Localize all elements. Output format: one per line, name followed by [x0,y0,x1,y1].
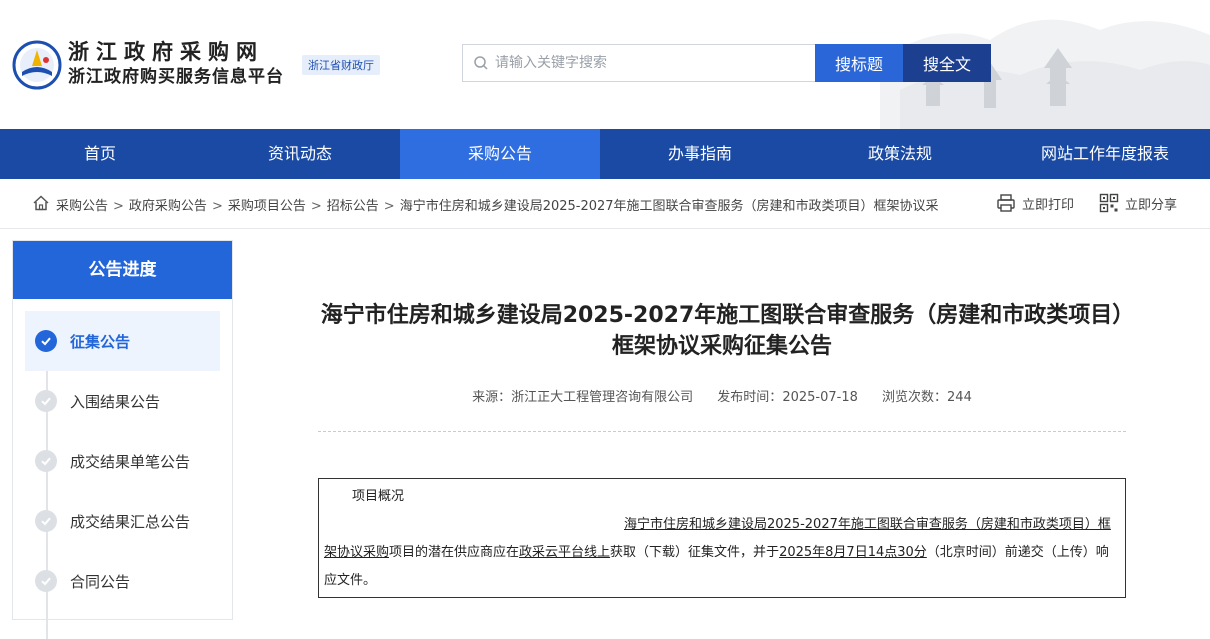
check-icon [35,450,57,472]
nav-item-annual-report[interactable]: 网站工作年度报表 [1000,129,1210,179]
article-title: 海宁市住房和城乡建设局2025-2027年施工图联合审查服务（房建和市政类项目）… [320,303,1124,359]
share-button[interactable]: 立即分享 [1099,193,1177,213]
share-label: 立即分享 [1125,197,1178,213]
body-text: 获取（下载）征集文件，并于 [610,545,780,560]
qr-code-icon [1099,193,1119,213]
site-header: 浙江政府采购网 浙江政府购买服务信息平台 浙江省财政厅 搜标题 搜全文 [0,0,1210,129]
step-single-deal-result[interactable]: 成交结果单笔公告 [25,431,220,491]
breadcrumb-separator: > [310,199,322,214]
body-text: 项目的潜在供应商应在 [389,545,520,560]
sidebar-title: 公告进度 [13,241,232,299]
nav-item-procurement-notices[interactable]: 采购公告 [400,129,600,179]
search-title-button[interactable]: 搜标题 [815,44,903,82]
breadcrumb-item[interactable]: 采购公告 [56,199,108,214]
breadcrumb-separator: > [383,199,395,214]
step-summary-deal-result[interactable]: 成交结果汇总公告 [25,491,220,551]
step-label: 合同公告 [70,572,131,591]
search-fulltext-button[interactable]: 搜全文 [903,44,991,82]
nav-item-policy[interactable]: 政策法规 [800,129,1000,179]
search-icon [474,56,488,70]
main-nav: 首页 资讯动态 采购公告 办事指南 政策法规 网站工作年度报表 [0,129,1210,179]
check-icon [35,570,57,592]
platform-link[interactable]: 政采云平台线上 [519,545,610,560]
check-icon [35,330,57,352]
check-icon [35,390,57,412]
print-label: 立即打印 [1022,197,1075,213]
views-label: 浏览次数： [882,390,948,405]
breadcrumb-links: 采购公告 > 政府采购公告 > 采购项目公告 > 招标公告 > 海宁市住房和城乡建设局2025-… [56,195,996,214]
breadcrumb-item[interactable]: 招标公告 [327,199,379,214]
meta-views: 浏览次数：244 [882,390,972,405]
nav-item-news[interactable]: 资讯动态 [200,129,400,179]
step-shortlist-result[interactable]: 入围结果公告 [25,371,220,431]
step-solicitation-notice[interactable]: 征集公告 [25,311,220,371]
article-meta: 来源：浙江正大工程管理咨询有限公司 发布时间：2025-07-18 浏览次数：2… [318,386,1126,405]
publish-label: 发布时间： [717,390,783,405]
deadline: 2025年8月7日14点30分 [779,545,927,560]
search-input[interactable] [495,46,816,80]
breadcrumb-current: 海宁市住房和城乡建设局2025-2027年施工图联合审查服务（房建和市政类项目）… [399,199,939,214]
department-badge: 浙江省财政厅 [302,55,380,75]
step-label: 成交结果汇总公告 [70,512,191,531]
source-label: 来源： [472,390,512,405]
breadcrumb-item[interactable]: 政府采购公告 [129,199,207,214]
breadcrumb: 采购公告 > 政府采购公告 > 采购项目公告 > 招标公告 > 海宁市住房和城乡建设局2025-… [0,179,1210,229]
nav-item-guide[interactable]: 办事指南 [600,129,800,179]
breadcrumb-item[interactable]: 采购项目公告 [228,199,306,214]
step-label: 成交结果单笔公告 [70,452,191,471]
project-overview-box: 项目概况 海宁市住房和城乡建设局2025-2027年施工图联合审查服务（房建和市… [318,478,1126,598]
site-name-line1: 浙江政府采购网 [68,40,264,64]
meta-publish-date: 发布时间：2025-07-18 [717,390,858,405]
views-value: 244 [947,390,972,405]
publish-value: 2025-07-18 [782,390,858,405]
overview-paragraph: 海宁市住房和城乡建设局2025-2027年施工图联合审查服务（房建和市政类项目）… [324,511,1120,595]
source-value: 浙江正大工程管理咨询有限公司 [511,390,694,405]
divider [318,431,1126,432]
printer-icon [997,194,1015,212]
check-icon [35,510,57,532]
notice-progress-sidebar: 公告进度 征集公告 入围结果公告 成交结果单笔公告 成交结果汇总公告 合同公告 [12,240,233,639]
section-title: 项目概况 [352,489,405,504]
progress-steps: 征集公告 入围结果公告 成交结果单笔公告 成交结果汇总公告 合同公告 [13,299,232,639]
meta-source: 来源：浙江正大工程管理咨询有限公司 [472,390,693,405]
nav-item-home[interactable]: 首页 [0,129,200,179]
site-name: 浙江政府采购网 浙江政府购买服务信息平台 [68,40,284,89]
breadcrumb-separator: > [113,199,124,214]
search-box [462,44,816,82]
site-name-line2: 浙江政府购买服务信息平台 [68,67,284,87]
home-icon[interactable] [32,194,50,212]
breadcrumb-separator: > [211,199,223,214]
print-button[interactable]: 立即打印 [996,193,1074,213]
step-label: 入围结果公告 [70,392,161,411]
site-logo-icon [12,40,62,90]
step-label: 征集公告 [70,332,131,351]
article: 海宁市住房和城乡建设局2025-2027年施工图联合审查服务（房建和市政类项目）… [318,240,1126,598]
step-contract-notice[interactable]: 合同公告 [25,551,220,611]
